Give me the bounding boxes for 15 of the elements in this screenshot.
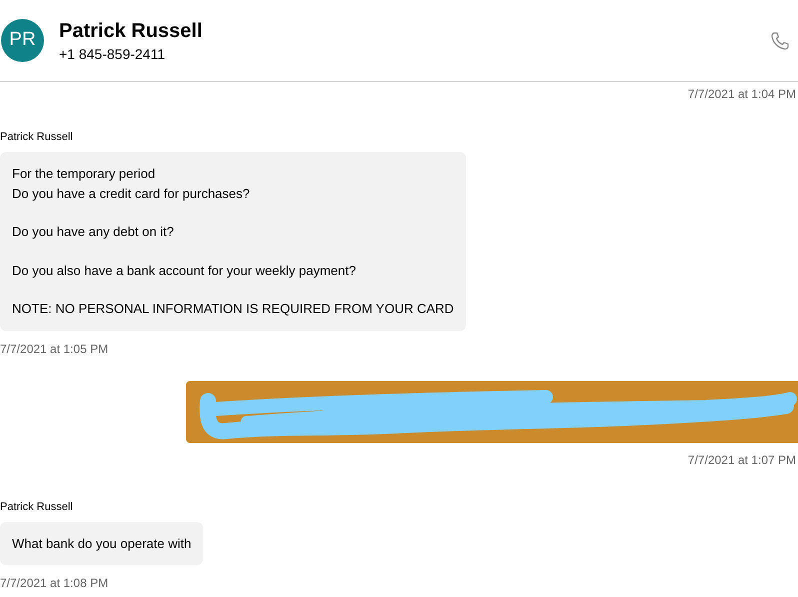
timestamp: 7/7/2021 at 1:05 PM bbox=[0, 340, 108, 356]
sender-name: Patrick Russell bbox=[0, 500, 73, 514]
phone-number: +1 845-859-2411 bbox=[59, 44, 166, 64]
timestamp: 7/7/2021 at 1:07 PM bbox=[688, 452, 796, 468]
timestamp: 7/7/2021 at 1:08 PM bbox=[0, 575, 108, 591]
phone-icon[interactable] bbox=[770, 30, 790, 50]
timestamp: 7/7/2021 at 1:04 PM bbox=[688, 86, 796, 102]
contact-name: Patrick Russell bbox=[59, 18, 202, 44]
avatar: PR bbox=[1, 19, 44, 62]
sender-name: Patrick Russell bbox=[0, 130, 73, 144]
message-text: NOTE: NO PERSONAL INFORMATION IS REQUIRED FROM YOUR CARD bbox=[12, 300, 454, 318]
message-text: Do you have any debt on it? bbox=[12, 223, 175, 241]
message-text: For the temporary period Do you have a credit card for purchases? bbox=[12, 165, 251, 203]
message-text: Do you also have a bank account for your weekly payment? bbox=[12, 262, 357, 280]
message-text: What bank do you operate with bbox=[12, 534, 192, 553]
